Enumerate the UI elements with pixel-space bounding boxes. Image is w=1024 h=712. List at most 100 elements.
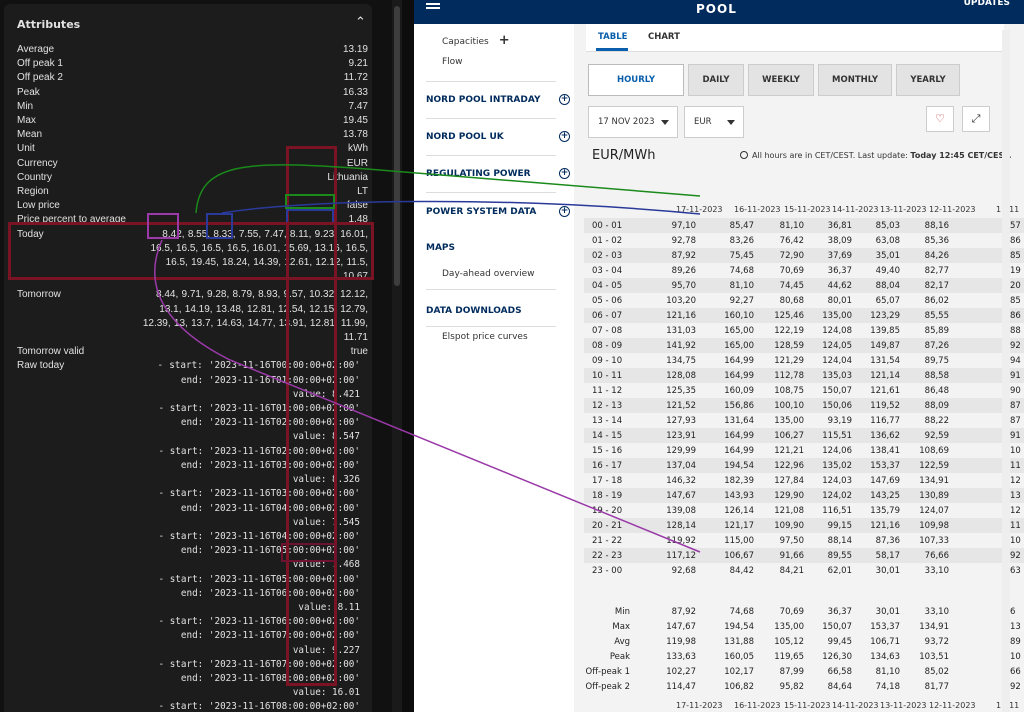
updates-link[interactable]: UPDATES	[964, 0, 1010, 8]
heart-icon[interactable]: ♡	[926, 106, 954, 132]
row-label: Max	[612, 622, 630, 632]
note-text: All hours are in CET/CEST. Last update:	[752, 151, 911, 160]
nav-item-capacities[interactable]: Capacities +	[442, 33, 510, 48]
column-date: 13-11-2023	[880, 701, 927, 710]
currency-select[interactable]: EUR	[684, 106, 744, 138]
daily-button[interactable]: DAILY	[688, 64, 744, 96]
table-row: 04 - 05 95,70 81,10 74,45 44,62 88,04 82,17 20	[584, 278, 1024, 293]
note-last-update: Today 12:45 CET/CEST.	[910, 151, 1012, 160]
nav-item-flow[interactable]: Flow	[442, 57, 463, 67]
plus-icon[interactable]: +	[499, 33, 510, 48]
table-row: 16 - 17 137,04 194,54 122,96 135,02 153,37 122…	[584, 458, 1024, 473]
table-cell: 74,68	[729, 607, 754, 617]
table-cell: 85	[1010, 251, 1021, 261]
table-row: Off-peak 2 114,47 106,82 95,82 84,64 74,18 81,…	[584, 679, 1024, 694]
table-cell: 92,27	[729, 296, 754, 306]
table-cell: 37,69	[827, 251, 852, 261]
table-cell: 160,05	[724, 652, 754, 662]
nav-section-power-system-data[interactable]: POWER SYSTEM DATA +	[426, 206, 570, 217]
nav-divider	[426, 155, 556, 156]
nav-section-maps[interactable]: MAPS	[426, 243, 556, 253]
table-cell: 147,69	[870, 476, 900, 486]
table-row: 00 - 01 97,10 85,47 81,10 36,81 85,03 88,16 57	[584, 218, 1024, 233]
table-cell: 136,62	[870, 431, 900, 441]
table-row: Avg 119,98 131,88 105,12 99,45 106,71 93,72 89	[584, 634, 1024, 649]
table-cell: 10	[1010, 536, 1021, 546]
attribute-value: kWh	[348, 143, 368, 155]
yearly-button[interactable]: YEARLY	[896, 64, 960, 96]
table-cell: 92,59	[924, 431, 949, 441]
scrollbar-thumb[interactable]	[394, 6, 400, 286]
nav-item-day-ahead-overview[interactable]: Day-ahead overview	[442, 269, 535, 279]
table-cell: 80,68	[779, 296, 804, 306]
table-cell: 87	[1010, 416, 1021, 426]
plus-circle-icon[interactable]: +	[559, 131, 570, 142]
weekly-button[interactable]: WEEKLY	[748, 64, 814, 96]
attribute-value: 16.33	[342, 86, 368, 98]
hamburger-menu-icon[interactable]	[426, 3, 440, 13]
monthly-button[interactable]: MONTHLY	[818, 64, 892, 96]
chevron-up-icon[interactable]: ⌃	[355, 15, 366, 30]
table-cell: 146,32	[666, 476, 696, 486]
plus-circle-icon[interactable]: +	[559, 168, 570, 179]
table-cell: 127,84	[774, 476, 804, 486]
table-cell: 82,77	[924, 266, 949, 276]
table-cell: 149,87	[870, 341, 900, 351]
table-cell: 85,02	[924, 667, 949, 677]
table-cell: 75,45	[729, 251, 754, 261]
attribute-row: Off peak 1 9.21	[13, 57, 370, 71]
tab-chart[interactable]: CHART	[648, 32, 680, 42]
table-row: 15 - 16 129,99 164,99 121,21 124,06 138,41 108…	[584, 443, 1024, 458]
table-row: 06 - 07 121,16 160,10 125,46 135,00 123,29 85,…	[584, 308, 1024, 323]
tab-table[interactable]: TABLE	[598, 32, 627, 42]
right-scrollbar[interactable]	[1002, 30, 1010, 712]
attribute-row: Average 13.19	[13, 43, 370, 57]
highlight-box-today	[8, 222, 374, 280]
plus-circle-icon[interactable]: +	[559, 206, 570, 217]
nav-item-elspot-price-curves[interactable]: Elspot price curves	[442, 332, 528, 342]
table-cell: 131,64	[724, 416, 754, 426]
nav-section-intraday[interactable]: NORD POOL INTRADAY +	[426, 94, 570, 105]
table-cell: 93,72	[924, 637, 949, 647]
hourly-button[interactable]: HOURLY	[588, 64, 684, 96]
table-cell: 87,92	[671, 251, 696, 261]
table-cell: 33,10	[924, 607, 949, 617]
row-label: 17 - 18	[592, 476, 623, 486]
row-label: 10 - 11	[592, 371, 623, 381]
column-date: 15-11-2023	[784, 701, 831, 710]
table-cell: 92	[1010, 341, 1021, 351]
raw-line: - start: '2023-11-16T08:00:00+02:00'	[158, 701, 361, 712]
table-cell: 119,65	[774, 652, 804, 662]
table-cell: 92,78	[671, 236, 696, 246]
table-cell: 86,48	[924, 386, 949, 396]
attribute-row: Min 7.47	[13, 100, 370, 114]
table-cell: 93,19	[827, 416, 852, 426]
plus-circle-icon[interactable]: +	[559, 94, 570, 105]
table-cell: 194,54	[724, 461, 754, 471]
table-cell: 88,16	[924, 221, 949, 231]
nav-section-data-downloads[interactable]: DATA DOWNLOADS	[426, 306, 556, 316]
logo[interactable]: POOL	[696, 2, 737, 16]
table-cell: 126,30	[822, 652, 852, 662]
table-cell: 121,14	[870, 371, 900, 381]
table-cell: 103,51	[919, 652, 949, 662]
nav-section-regulating-power[interactable]: REGULATING POWER +	[426, 168, 570, 179]
table-cell: 82,17	[924, 281, 949, 291]
nav-section-uk[interactable]: NORD POOL UK +	[426, 131, 570, 142]
expand-icon[interactable]: ⤢	[962, 106, 990, 132]
table-cell: 128,08	[666, 371, 696, 381]
time-note: All hours are in CET/CEST. Last update: …	[740, 151, 1012, 160]
date-select[interactable]: 17 NOV 2023	[588, 106, 678, 138]
table-cell: 143,93	[724, 491, 754, 501]
table-cell: 102,17	[724, 667, 754, 677]
table-cell: 164,99	[724, 446, 754, 456]
column-date: 16-11-2023	[734, 701, 781, 710]
table-cell: 131,54	[870, 356, 900, 366]
attribute-key: Min	[17, 100, 34, 112]
table-cell: 86	[1010, 236, 1021, 246]
highlight-box-first-value	[147, 213, 179, 239]
table-cell: 13	[1010, 491, 1021, 501]
table-cell: 36,37	[827, 607, 852, 617]
left-scrollbar[interactable]	[392, 0, 402, 712]
table-cell: 109,90	[774, 521, 804, 531]
